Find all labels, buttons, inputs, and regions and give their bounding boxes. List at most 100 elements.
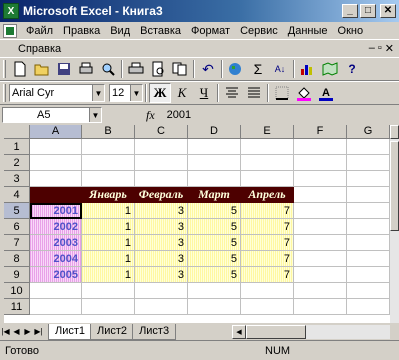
menu-window[interactable]: Окно — [333, 25, 369, 37]
column-header[interactable]: B — [82, 125, 135, 139]
vertical-scrollbar[interactable] — [390, 125, 399, 323]
value-cell[interactable]: 7 — [241, 251, 294, 267]
grid-cell[interactable] — [347, 139, 390, 155]
grid-cell[interactable] — [241, 139, 294, 155]
grid-cell[interactable] — [347, 235, 390, 251]
search-icon[interactable] — [97, 59, 119, 79]
next-sheet-button[interactable]: ▶ — [22, 325, 33, 339]
row-header[interactable]: 10 — [4, 283, 30, 299]
grid-cell[interactable] — [294, 219, 347, 235]
font-size-select[interactable]: 12 ▼ — [109, 84, 143, 102]
value-cell[interactable]: 7 — [241, 219, 294, 235]
map-icon[interactable] — [319, 59, 341, 79]
grid-cell[interactable] — [241, 155, 294, 171]
toolbar-grip[interactable] — [3, 60, 6, 78]
mdi-restore-button[interactable]: ▫ — [378, 42, 382, 55]
preview-icon[interactable] — [147, 59, 169, 79]
grid-cell[interactable] — [347, 171, 390, 187]
scroll-thumb[interactable] — [390, 141, 399, 231]
year-cell[interactable]: 2005 — [30, 267, 82, 283]
prev-sheet-button[interactable]: ◀ — [11, 325, 22, 339]
grid-cell[interactable] — [294, 283, 347, 299]
maximize-button[interactable]: □ — [360, 4, 376, 18]
hyperlink-icon[interactable] — [225, 59, 247, 79]
grid-cell[interactable] — [135, 155, 188, 171]
horizontal-scrollbar[interactable]: ◀ — [232, 325, 390, 339]
grid-cell[interactable] — [241, 299, 294, 315]
align-justify-icon[interactable] — [243, 83, 265, 103]
grid-cell[interactable] — [294, 171, 347, 187]
row-header[interactable]: 2 — [4, 155, 30, 171]
value-cell[interactable]: 1 — [82, 219, 135, 235]
column-header[interactable]: D — [188, 125, 241, 139]
sort-icon[interactable]: А↓ — [269, 59, 291, 79]
italic-button[interactable]: К — [171, 83, 193, 103]
grid-cell[interactable] — [347, 267, 390, 283]
minimize-button[interactable]: _ — [342, 4, 358, 18]
help-icon[interactable]: ? — [341, 59, 363, 79]
hscroll-thumb[interactable] — [246, 325, 306, 339]
formula-input[interactable]: 2001 — [167, 109, 191, 121]
excel-app-icon[interactable]: X — [3, 3, 19, 19]
name-box[interactable]: A5 ▼ — [2, 107, 102, 123]
grid-cell[interactable] — [188, 155, 241, 171]
column-header[interactable]: F — [294, 125, 347, 139]
value-cell[interactable]: 7 — [241, 235, 294, 251]
row-header[interactable]: 6 — [4, 219, 30, 235]
grid-cell[interactable] — [347, 219, 390, 235]
column-header[interactable]: A — [30, 125, 82, 139]
grid-cell[interactable] — [294, 203, 347, 219]
sheet-tab-2[interactable]: Лист2 — [90, 323, 135, 340]
chevron-down-icon[interactable]: ▼ — [89, 108, 101, 122]
row-header[interactable]: 9 — [4, 267, 30, 283]
select-all-button[interactable] — [4, 125, 30, 139]
font-name-select[interactable]: Arial Cyr ▼ — [9, 84, 105, 102]
sheet-tab-1[interactable]: Лист1 — [48, 323, 93, 340]
align-center-icon[interactable] — [221, 83, 243, 103]
worksheet-grid[interactable]: A B C D E F G 1 2 3 4 Январь Февраль Март Апрель 5 2001 1… — [4, 125, 390, 323]
grid-cell[interactable] — [30, 139, 82, 155]
value-cell[interactable]: 1 — [82, 251, 135, 267]
year-cell[interactable]: 2004 — [30, 251, 82, 267]
autosum-icon[interactable]: Σ — [247, 59, 269, 79]
grid-cell[interactable] — [82, 171, 135, 187]
year-cell[interactable]: 2001 — [30, 203, 82, 219]
last-sheet-button[interactable]: ▶| — [33, 325, 44, 339]
borders-icon[interactable] — [271, 83, 293, 103]
bold-button[interactable]: Ж — [149, 83, 171, 103]
value-cell[interactable]: 7 — [241, 267, 294, 283]
value-cell[interactable]: 3 — [135, 235, 188, 251]
value-cell[interactable]: 3 — [135, 251, 188, 267]
value-cell[interactable]: 1 — [82, 267, 135, 283]
column-header[interactable]: C — [135, 125, 188, 139]
grid-cell[interactable] — [347, 203, 390, 219]
year-cell[interactable]: 2002 — [30, 219, 82, 235]
sheet-tab-3[interactable]: Лист3 — [132, 323, 177, 340]
row-header[interactable]: 11 — [4, 299, 30, 315]
close-button[interactable]: ✕ — [380, 4, 396, 18]
value-cell[interactable]: 3 — [135, 267, 188, 283]
grid-cell[interactable] — [82, 283, 135, 299]
value-cell[interactable]: 5 — [188, 251, 241, 267]
grid-cell[interactable] — [294, 267, 347, 283]
print-icon[interactable] — [125, 59, 147, 79]
scroll-up-button[interactable] — [390, 125, 399, 139]
month-header-cell[interactable]: Март — [188, 187, 241, 203]
grid-cell[interactable] — [241, 171, 294, 187]
column-header[interactable]: G — [347, 125, 390, 139]
grid-cell[interactable] — [294, 139, 347, 155]
menu-data[interactable]: Данные — [283, 25, 333, 37]
new-icon[interactable] — [9, 59, 31, 79]
grid-cell[interactable] — [135, 139, 188, 155]
menu-help[interactable]: Справка — [0, 43, 66, 55]
value-cell[interactable]: 5 — [188, 203, 241, 219]
open-icon[interactable] — [31, 59, 53, 79]
row-header[interactable]: 5 — [4, 203, 30, 219]
menu-insert[interactable]: Вставка — [135, 25, 186, 37]
font-color-icon[interactable]: A — [315, 83, 337, 103]
value-cell[interactable]: 7 — [241, 203, 294, 219]
grid-cell[interactable] — [294, 235, 347, 251]
row-header[interactable]: 1 — [4, 139, 30, 155]
value-cell[interactable]: 5 — [188, 235, 241, 251]
grid-cell[interactable] — [294, 155, 347, 171]
